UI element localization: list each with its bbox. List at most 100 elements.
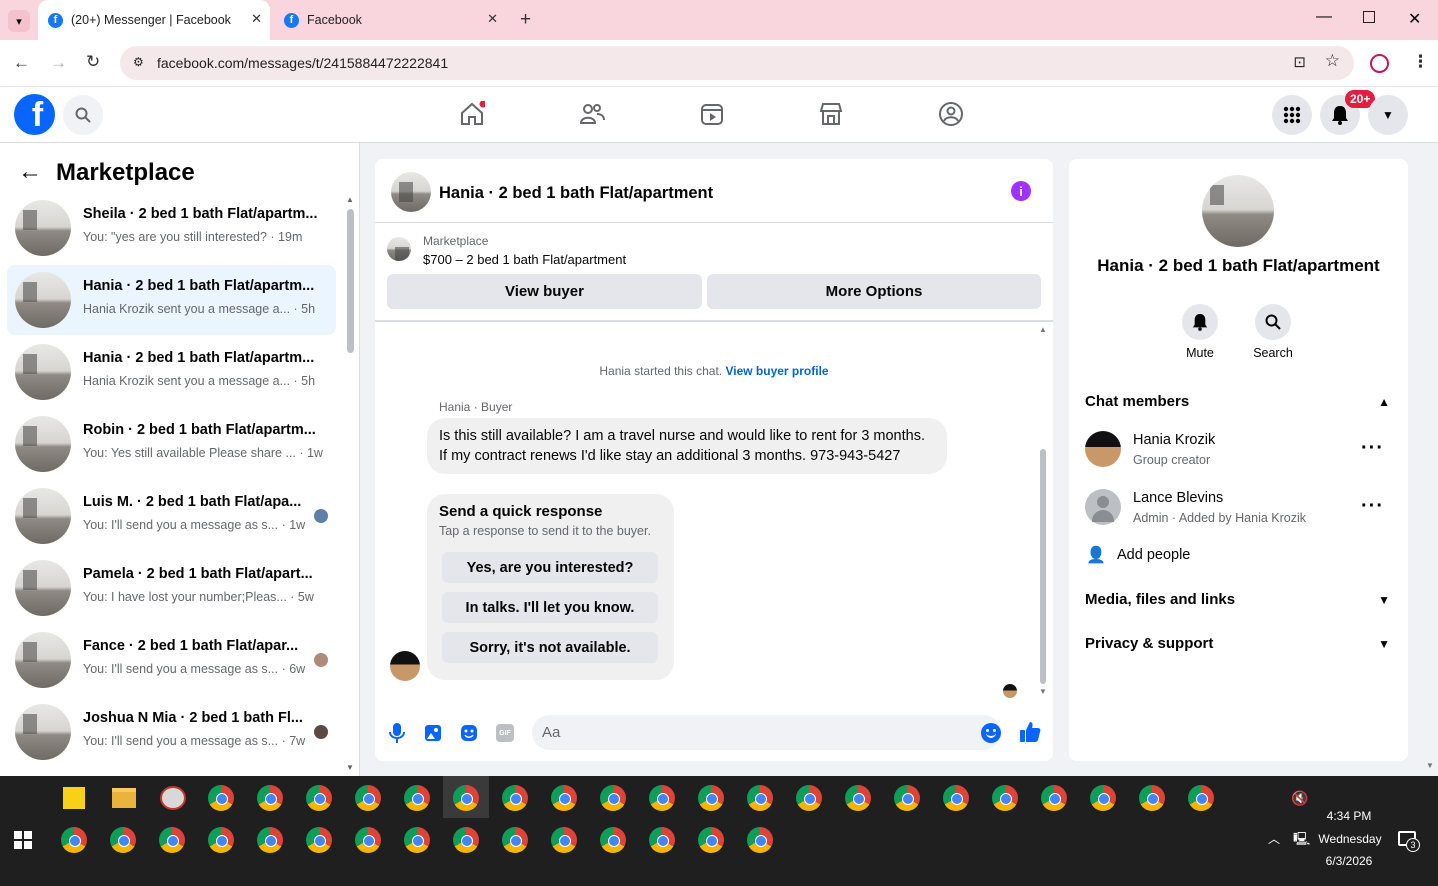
member-name[interactable]: Hania Krozik (1133, 432, 1215, 448)
chrome-profile-icon[interactable] (551, 827, 577, 853)
message-input[interactable]: Aa (532, 715, 1001, 750)
member-avatar[interactable] (1085, 431, 1121, 467)
chrome-profile-icon[interactable] (306, 827, 332, 853)
bookmark-star-icon[interactable]: ☆ (1325, 51, 1340, 71)
conversation-item[interactable]: Sheila · 2 bed 1 bath Flat/apartm... You… (7, 193, 336, 263)
chrome-profile-icon[interactable] (747, 827, 773, 853)
chrome-profile-icon[interactable] (796, 785, 822, 811)
marketplace-icon[interactable] (818, 101, 844, 127)
conversation-item[interactable]: Luis M. · 2 bed 1 bath Flat/apa... You: … (7, 481, 336, 551)
chat-title[interactable]: Hania · 2 bed 1 bath Flat/apartment (439, 184, 713, 203)
chrome-profile-icon[interactable] (404, 827, 430, 853)
more-options-button[interactable]: More Options (707, 274, 1041, 309)
facebook-logo-icon[interactable]: f (14, 94, 55, 135)
tab-messenger[interactable]: f (20+) Messenger | Facebook ✕ (38, 0, 270, 40)
browser-menu-icon[interactable]: ⋮ (1412, 52, 1429, 72)
scroll-down-icon[interactable]: ▼ (346, 763, 354, 772)
clock-time[interactable]: 4:34 PM (1318, 809, 1380, 823)
profile-icon[interactable] (1370, 54, 1389, 73)
chrome-profile-icon[interactable] (1090, 785, 1116, 811)
home-icon[interactable] (459, 101, 485, 127)
chrome-profile-icon[interactable] (257, 785, 283, 811)
more-options-icon[interactable]: ··· (1361, 495, 1384, 518)
reload-icon[interactable]: ↻ (86, 52, 100, 72)
chrome-profile-icon[interactable] (453, 827, 479, 853)
chevron-down-icon[interactable]: ▼ (1378, 637, 1390, 651)
quick-response-option[interactable]: Yes, are you interested? (442, 552, 658, 583)
chrome-profile-icon[interactable] (1188, 785, 1214, 811)
paint-app-icon[interactable] (160, 786, 186, 810)
sender-avatar[interactable] (390, 651, 420, 681)
site-info-icon[interactable]: ⚙ (133, 55, 144, 69)
chrome-profile-icon[interactable] (600, 785, 626, 811)
scroll-down-icon[interactable]: ▼ (1039, 687, 1047, 696)
chrome-profile-icon[interactable] (355, 785, 381, 811)
photo-icon[interactable] (424, 724, 442, 742)
chrome-profile-icon[interactable] (992, 785, 1018, 811)
clock-day[interactable]: Wednesday (1314, 832, 1386, 846)
media-files-links-heading[interactable]: Media, files and links (1085, 591, 1235, 608)
scroll-up-icon[interactable]: ▲ (1039, 325, 1047, 334)
file-explorer-icon[interactable] (112, 788, 136, 808)
chrome-profile-icon[interactable] (649, 785, 675, 811)
privacy-support-heading[interactable]: Privacy & support (1085, 635, 1213, 652)
quick-response-option[interactable]: In talks. I'll let you know. (442, 592, 658, 623)
conversation-item[interactable]: Robin · 2 bed 1 bath Flat/apartm... You:… (7, 409, 336, 479)
friends-icon[interactable] (579, 101, 605, 127)
like-thumb-icon[interactable] (1019, 721, 1041, 743)
chat-scrollbar[interactable] (1040, 449, 1046, 684)
chrome-profile-icon[interactable] (453, 785, 479, 811)
chrome-profile-icon[interactable] (404, 785, 430, 811)
forward-icon[interactable]: → (50, 53, 67, 73)
network-icon[interactable]: 🖳 (1293, 830, 1310, 852)
chrome-profile-icon[interactable] (110, 827, 136, 853)
chat-members-heading[interactable]: Chat members (1085, 393, 1189, 410)
close-tab-icon[interactable]: ✕ (487, 11, 498, 27)
chrome-icon[interactable] (208, 785, 234, 811)
more-options-icon[interactable]: ··· (1361, 437, 1384, 460)
chrome-profile-icon[interactable] (61, 827, 87, 853)
list-scrollbar[interactable] (347, 209, 354, 353)
account-button[interactable]: ▼ (1368, 95, 1408, 135)
gif-icon[interactable]: GIF (496, 724, 514, 742)
chrome-profile-icon[interactable] (159, 827, 185, 853)
emoji-icon[interactable] (981, 723, 1001, 743)
listing-title[interactable]: $700 – 2 bed 1 bath Flat/apartment (423, 252, 626, 267)
install-app-icon[interactable]: ⊡ (1293, 53, 1306, 71)
mute-button[interactable] (1182, 304, 1218, 340)
chrome-profile-icon[interactable] (257, 827, 283, 853)
clock-date[interactable]: 6/3/2026 (1318, 854, 1380, 868)
add-people-button[interactable]: Add people (1117, 547, 1190, 563)
back-icon[interactable]: ← (13, 53, 30, 73)
windows-start-icon[interactable] (14, 831, 32, 849)
conversation-item[interactable]: Hania · 2 bed 1 bath Flat/apartm... Hani… (7, 337, 336, 407)
search-conversation-button[interactable] (1255, 304, 1291, 340)
close-window-button[interactable]: ✕ (1408, 9, 1421, 29)
chrome-profile-icon[interactable] (600, 827, 626, 853)
tray-chevron-up-icon[interactable]: ︿ (1268, 830, 1280, 847)
chrome-profile-icon[interactable] (502, 827, 528, 853)
back-arrow-icon[interactable]: ← (18, 158, 42, 186)
minimize-window-button[interactable]: — (1316, 8, 1332, 26)
view-buyer-profile-link[interactable]: View buyer profile (725, 364, 828, 378)
conversation-info-icon[interactable]: i (1011, 181, 1031, 201)
member-avatar[interactable] (1085, 489, 1121, 525)
chrome-profile-icon[interactable] (306, 785, 332, 811)
quick-response-option[interactable]: Sorry, it's not available. (442, 632, 658, 663)
scroll-up-icon[interactable]: ▲ (346, 195, 354, 204)
maximize-window-button[interactable] (1363, 11, 1375, 23)
search-button[interactable] (63, 95, 103, 135)
groups-icon[interactable] (938, 101, 964, 127)
chrome-profile-icon[interactable] (551, 785, 577, 811)
chrome-profile-icon[interactable] (747, 785, 773, 811)
tab-facebook[interactable]: f Facebook ✕ (274, 0, 506, 40)
chevron-up-icon[interactable]: ▲ (1378, 395, 1390, 409)
chrome-profile-icon[interactable] (1139, 785, 1165, 811)
chrome-profile-icon[interactable] (208, 827, 234, 853)
member-name[interactable]: Lance Blevins (1133, 490, 1223, 506)
message-bubble[interactable]: Is this still available? I am a travel n… (427, 418, 947, 474)
chrome-profile-icon[interactable] (943, 785, 969, 811)
new-tab-button[interactable]: + (520, 9, 531, 31)
conversation-item-selected[interactable]: Hania · 2 bed 1 bath Flat/apartm... Hani… (7, 265, 336, 335)
chat-avatar[interactable] (391, 172, 431, 212)
